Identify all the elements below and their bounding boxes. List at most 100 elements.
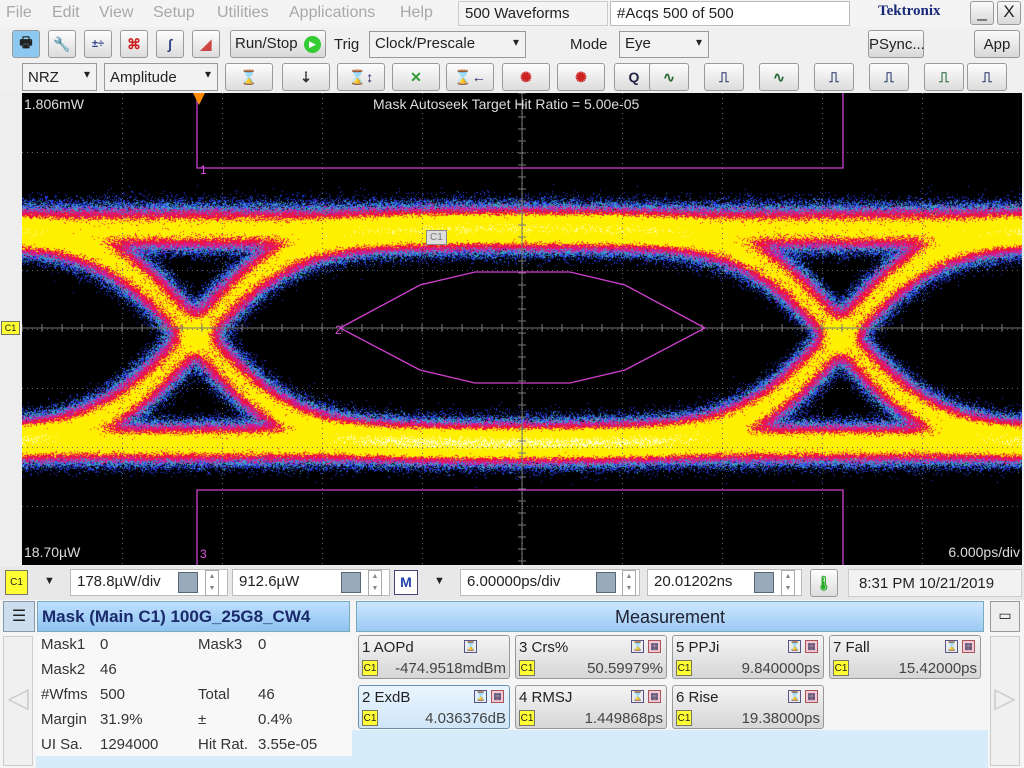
measurement-stats-icon[interactable]: ⌛	[464, 640, 477, 653]
pulse-icon[interactable]: ∿	[649, 63, 689, 91]
extinction-ratio-icon[interactable]: ⌛	[225, 63, 273, 91]
calculator-icon[interactable]	[341, 572, 361, 593]
fall-icon[interactable]: ⎍	[814, 63, 854, 91]
menu-file[interactable]: File	[6, 4, 32, 22]
eye-height-icon[interactable]: ⌛↕	[337, 63, 385, 91]
measurement-stats-icon[interactable]: ⌛	[474, 690, 487, 703]
measurement-value: -474.9518mdBm	[395, 660, 506, 677]
measurement-stats-icon[interactable]: ⌛	[788, 640, 801, 653]
left-strip: C1	[0, 93, 22, 565]
eraser-icon[interactable]: ◢	[192, 30, 220, 58]
q-factor-icon[interactable]: Q	[614, 63, 654, 91]
measurement-channel: C1	[519, 710, 535, 726]
measurement-name: 7 Fall	[833, 639, 870, 656]
crossing-icon[interactable]: ✕	[392, 63, 440, 91]
mask-icon[interactable]: ⌘	[120, 30, 148, 58]
chevron-down-icon[interactable]: ▼	[44, 575, 55, 587]
thermometer-icon[interactable]: 🌡	[810, 569, 838, 597]
dbm-icon[interactable]: ⇣	[282, 63, 330, 91]
measurement-item[interactable]: 2 ExdB ⌛ ▦ C1 4.036376dB	[358, 685, 510, 729]
eye-width-icon[interactable]: ⌛←	[446, 63, 494, 91]
measurement-item[interactable]: 3 Crs% ⌛ ▦ C1 50.59979%	[515, 635, 667, 679]
noise-icon[interactable]: ✺	[557, 63, 605, 91]
date-time: 8:31 PM 10/21/2019	[848, 569, 1022, 597]
measurement-item[interactable]: 7 Fall ⌛ ▦ C1 15.42000ps	[829, 635, 981, 679]
measurement-group-select[interactable]: Amplitude	[104, 63, 218, 91]
mask-stat-v1: 31.9%	[100, 711, 143, 728]
run-stop-button[interactable]: Run/Stop ▶	[230, 30, 326, 58]
autoset-icon[interactable]: ∫	[156, 30, 184, 58]
close-button[interactable]: X	[997, 1, 1021, 25]
minimize-button[interactable]: _	[970, 1, 994, 25]
bottom-level-readout: 18.70µW	[24, 544, 81, 560]
scroll-right-button[interactable]: ▷	[990, 636, 1020, 766]
measurement-channel: C1	[362, 660, 378, 676]
trigger-source-select[interactable]: Clock/Prescale	[369, 31, 526, 58]
mask-stat-l2: Mask3	[198, 636, 243, 653]
menu-view[interactable]: View	[99, 4, 133, 22]
horizontal-scale-spinner[interactable]: ▲ ▼	[622, 570, 636, 596]
menu-utilities[interactable]: Utilities	[217, 4, 269, 22]
mask-stat-v2: 0	[258, 636, 267, 653]
measurement-item[interactable]: 6 Rise ⌛ ▦ C1 19.38000ps	[672, 685, 824, 729]
measurement-stats-icon[interactable]: ⌛	[945, 640, 958, 653]
calculator-icon[interactable]	[754, 572, 774, 593]
wrench-icon[interactable]: 🔧	[48, 30, 76, 58]
menu-setup[interactable]: Setup	[153, 4, 195, 22]
measurement-item[interactable]: 5 PPJi ⌛ ▦ C1 9.840000ps	[672, 635, 824, 679]
offset-spinner[interactable]: ▲ ▼	[368, 570, 382, 596]
calculator-icon[interactable]: ±÷	[84, 30, 112, 58]
measurement-delete-icon[interactable]: ▦	[491, 690, 504, 703]
timebase-readout: 6.000ps/div	[948, 544, 1020, 560]
menu-applications[interactable]: Applications	[289, 4, 375, 22]
measurement-stats-icon[interactable]: ⌛	[631, 640, 644, 653]
measurement-delete-icon[interactable]: ▦	[805, 690, 818, 703]
tektronix-logo: Tektronix	[878, 3, 941, 19]
panel-menu-icon[interactable]: ☰	[3, 601, 35, 632]
vertical-scale-spinner[interactable]: ▲ ▼	[205, 570, 219, 596]
mask-stat-l1: Margin	[41, 711, 87, 728]
measurement-area-bg	[352, 730, 988, 768]
measurement-delete-icon[interactable]: ▦	[962, 640, 975, 653]
app-button[interactable]: App	[974, 30, 1020, 58]
position-spinner[interactable]: ▲ ▼	[781, 570, 795, 596]
rise-icon[interactable]: ⎍	[704, 63, 744, 91]
measurement-item[interactable]: 1 AOPd ⌛ C1 -474.9518mdBm	[358, 635, 510, 679]
mask-stat-l1: Mask2	[41, 661, 86, 678]
measurement-value: 4.036376dB	[425, 710, 506, 727]
mask-2-label: 2	[335, 323, 342, 337]
scroll-left-button[interactable]: ◁	[3, 636, 33, 766]
calculator-icon[interactable]	[596, 572, 616, 593]
mode-select[interactable]: Eye	[619, 31, 709, 58]
bit-rate-icon[interactable]: ⎍	[967, 63, 1007, 91]
measurement-delete-icon[interactable]: ▦	[648, 690, 661, 703]
psync-button[interactable]: PSync...	[868, 30, 925, 58]
measurement-stats-icon[interactable]: ⌛	[788, 690, 801, 703]
jitter-icon[interactable]: ✺	[502, 63, 550, 91]
window-icon[interactable]: ▭	[990, 601, 1020, 632]
measurement-item[interactable]: 4 RMSJ ⌛ ▦ C1 1.449868ps	[515, 685, 667, 729]
mask-stat-l1: #Wfms	[41, 686, 88, 703]
fall-time-icon[interactable]: ⎍	[924, 63, 964, 91]
chevron-down-icon[interactable]: ▼	[434, 575, 445, 587]
rise-time-icon[interactable]: ⎍	[869, 63, 909, 91]
print-icon[interactable]: 🖶	[12, 30, 40, 58]
measurement-name: 1 AOPd	[362, 639, 414, 656]
eye-amplitude-icon[interactable]: ∿	[759, 63, 799, 91]
menu-edit[interactable]: Edit	[52, 4, 80, 22]
channel-select[interactable]: C1	[5, 570, 28, 595]
channel-marker[interactable]: C1	[1, 321, 20, 335]
measurement-delete-icon[interactable]: ▦	[648, 640, 661, 653]
signal-type-select[interactable]: NRZ	[22, 63, 97, 91]
measurement-stats-icon[interactable]: ⌛	[631, 690, 644, 703]
measurement-name: 3 Crs%	[519, 639, 569, 656]
math-select[interactable]: M	[394, 570, 418, 595]
cursor-label[interactable]: C1	[426, 230, 447, 245]
waveform-display[interactable]: 1 2 3 C1 1.806mW Mask Autoseek Target Hi…	[22, 93, 1022, 565]
offset-field[interactable]: 912.6µW	[232, 569, 390, 596]
measurement-delete-icon[interactable]: ▦	[805, 640, 818, 653]
measurement-value: 1.449868ps	[584, 710, 663, 727]
calculator-icon[interactable]	[178, 572, 198, 593]
horizontal-position-field[interactable]: 20.01202ns	[647, 569, 802, 596]
menu-help[interactable]: Help	[400, 4, 433, 22]
